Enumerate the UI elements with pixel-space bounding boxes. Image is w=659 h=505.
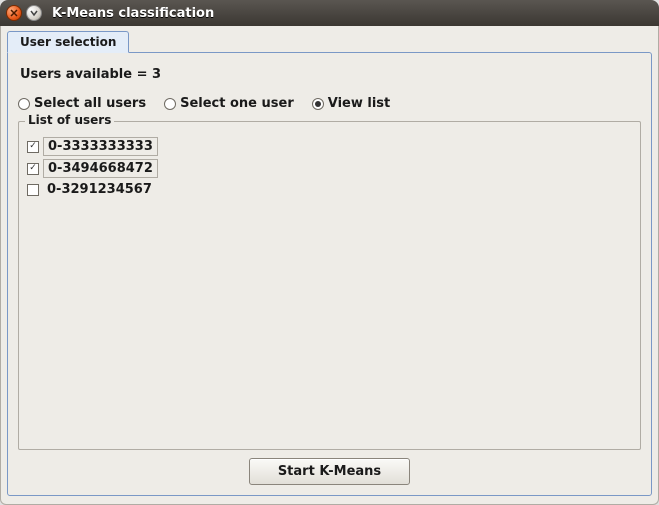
checkbox-icon[interactable] (27, 163, 39, 175)
checkbox-icon[interactable] (27, 141, 39, 153)
list-item: 0-3333333333 (27, 137, 632, 156)
window-title: K-Means classification (52, 6, 214, 21)
radio-label: View list (328, 96, 391, 111)
radio-select-all-users[interactable]: Select all users (18, 96, 146, 111)
radio-select-one-user[interactable]: Select one user (164, 96, 294, 111)
list-item: 0-3291234567 (27, 181, 632, 198)
radio-group-selection-mode: Select all users Select one user View li… (18, 96, 641, 111)
button-row: Start K-Means (18, 458, 641, 485)
radio-label: Select one user (180, 96, 294, 111)
window-body: User selection Users available = 3 Selec… (0, 26, 659, 505)
tab-panel: Users available = 3 Select all users Sel… (7, 52, 652, 496)
start-kmeans-button[interactable]: Start K-Means (249, 458, 410, 485)
user-label[interactable]: 0-3333333333 (43, 137, 158, 156)
minimize-icon[interactable] (26, 5, 42, 21)
users-available-label: Users available = 3 (20, 67, 641, 82)
radio-label: Select all users (34, 96, 146, 111)
radio-icon (18, 98, 30, 110)
window-titlebar: K-Means classification (0, 0, 659, 26)
list-item: 0-3494668472 (27, 159, 632, 178)
user-label[interactable]: 0-3291234567 (43, 181, 156, 198)
tab-strip: User selection (7, 30, 652, 52)
radio-icon (164, 98, 176, 110)
tab-user-selection[interactable]: User selection (7, 31, 129, 53)
radio-icon (312, 98, 324, 110)
fieldset-legend: List of users (25, 113, 114, 127)
radio-view-list[interactable]: View list (312, 96, 391, 111)
list-of-users-fieldset: List of users 0-3333333333 0-3494668472 … (18, 121, 641, 450)
close-icon[interactable] (6, 5, 22, 21)
user-label[interactable]: 0-3494668472 (43, 159, 158, 178)
checkbox-icon[interactable] (27, 184, 39, 196)
